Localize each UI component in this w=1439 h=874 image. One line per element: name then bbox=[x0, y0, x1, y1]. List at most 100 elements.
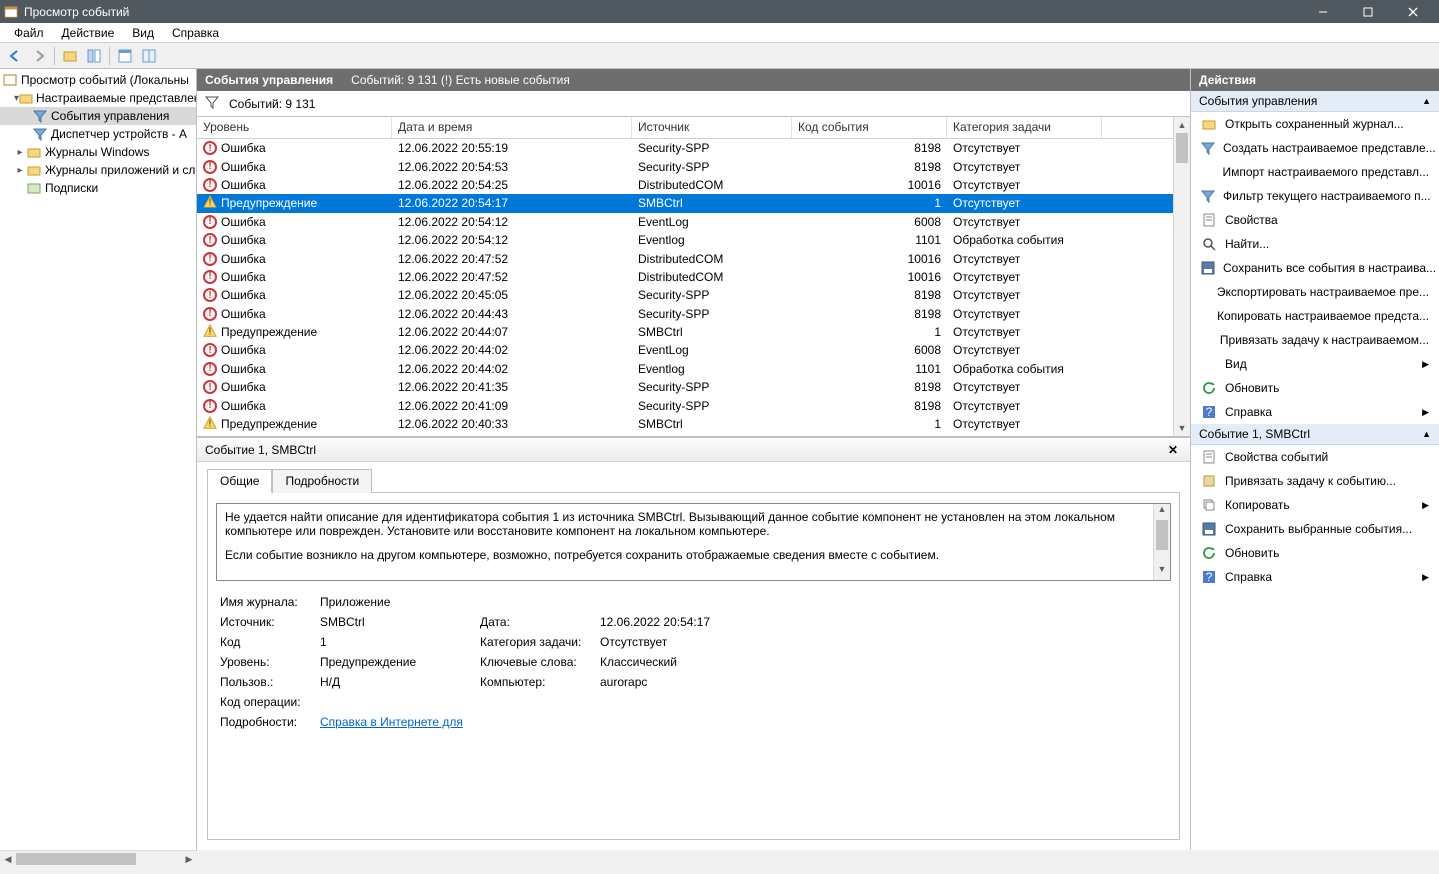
action-item[interactable]: Открыть сохраненный журнал... bbox=[1191, 112, 1439, 136]
grid-vertical-scrollbar[interactable]: ▲ ▼ bbox=[1173, 117, 1190, 436]
error-icon: ! bbox=[203, 362, 217, 376]
action-item[interactable]: Обновить bbox=[1191, 541, 1439, 565]
table-row[interactable]: !Ошибка12.06.2022 20:54:25DistributedCOM… bbox=[197, 176, 1173, 194]
tree-applogs[interactable]: ▸ Журналы приложений и сл bbox=[0, 161, 196, 179]
action-item[interactable]: Обновить bbox=[1191, 376, 1439, 400]
menu-action[interactable]: Действие bbox=[54, 24, 123, 42]
nav-forward-button[interactable] bbox=[28, 45, 50, 67]
tree-custom-views[interactable]: ▾ Настраиваемые представлен bbox=[0, 89, 196, 107]
table-row[interactable]: !Ошибка12.06.2022 20:41:35Security-SPP81… bbox=[197, 378, 1173, 396]
maximize-button[interactable] bbox=[1345, 0, 1390, 23]
cell-category: Отсутствует bbox=[947, 288, 1102, 302]
detail-properties: Имя журнала: Приложение Источник: SMBCtr… bbox=[216, 595, 1171, 729]
detail-close-button[interactable]: ✕ bbox=[1164, 442, 1182, 458]
action-label: Импорт настраиваемого представл... bbox=[1223, 165, 1430, 179]
online-help-link[interactable]: Справка в Интернете для bbox=[320, 715, 463, 729]
menu-file[interactable]: Файл bbox=[6, 24, 52, 42]
find-icon bbox=[1201, 236, 1217, 252]
action-item[interactable]: Свойства bbox=[1191, 208, 1439, 232]
col-source[interactable]: Источник bbox=[632, 117, 792, 138]
cell-eventid: 8198 bbox=[792, 288, 947, 302]
scroll-thumb[interactable] bbox=[1156, 520, 1168, 550]
tree-horizontal-scrollbar[interactable]: ◀ ▶ bbox=[0, 850, 197, 867]
scroll-thumb[interactable] bbox=[1176, 133, 1188, 163]
cell-source: Security-SPP bbox=[632, 307, 792, 321]
tree-root[interactable]: Просмотр событий (Локальны bbox=[0, 71, 196, 89]
table-row[interactable]: !Предупреждение12.06.2022 20:44:07SMBCtr… bbox=[197, 323, 1173, 341]
action-item[interactable]: Свойства событий bbox=[1191, 445, 1439, 469]
toolbar-icon[interactable] bbox=[83, 45, 105, 67]
scroll-left-icon[interactable]: ◀ bbox=[0, 851, 16, 867]
cell-eventid: 8198 bbox=[792, 399, 947, 413]
action-item[interactable]: Привязать задачу к событию... bbox=[1191, 469, 1439, 493]
action-item[interactable]: Фильтр текущего настраиваемого п... bbox=[1191, 184, 1439, 208]
description-scrollbar[interactable]: ▲ ▼ bbox=[1153, 504, 1170, 580]
cell-category: Отсутствует bbox=[947, 399, 1102, 413]
menu-view[interactable]: Вид bbox=[124, 24, 162, 42]
toolbar-icon[interactable] bbox=[59, 45, 81, 67]
cell-source: SMBCtrl bbox=[632, 196, 792, 210]
actions-section-2[interactable]: Событие 1, SMBCtrl ▲ bbox=[1191, 424, 1439, 445]
col-level[interactable]: Уровень bbox=[197, 117, 392, 138]
action-item[interactable]: Импорт настраиваемого представл... bbox=[1191, 160, 1439, 184]
error-icon: ! bbox=[203, 380, 217, 394]
tree-winlogs[interactable]: ▸ Журналы Windows bbox=[0, 143, 196, 161]
table-row[interactable]: !Ошибка12.06.2022 20:44:43Security-SPP81… bbox=[197, 305, 1173, 323]
action-item[interactable]: Копировать настраиваемое предста... bbox=[1191, 304, 1439, 328]
actions-section-1[interactable]: События управления ▲ bbox=[1191, 91, 1439, 112]
cell-datetime: 12.06.2022 20:44:02 bbox=[392, 343, 632, 357]
table-row[interactable]: !Ошибка12.06.2022 20:41:09Security-SPP81… bbox=[197, 396, 1173, 414]
table-row[interactable]: !Ошибка12.06.2022 20:45:05Security-SPP81… bbox=[197, 286, 1173, 304]
toolbar-icon[interactable] bbox=[138, 45, 160, 67]
action-item[interactable]: Экспортировать настраиваемое пре... bbox=[1191, 280, 1439, 304]
cell-level: !Ошибка bbox=[197, 307, 392, 321]
col-eventid[interactable]: Код события bbox=[792, 117, 947, 138]
action-item[interactable]: Создать настраиваемое представле... bbox=[1191, 136, 1439, 160]
tab-details[interactable]: Подробности bbox=[272, 469, 372, 493]
expand-icon[interactable]: ▸ bbox=[14, 165, 26, 176]
action-item[interactable]: Сохранить выбранные события... bbox=[1191, 517, 1439, 541]
scroll-right-icon[interactable]: ▶ bbox=[181, 851, 197, 867]
action-item[interactable]: Копировать▶ bbox=[1191, 493, 1439, 517]
tree-label: События управления bbox=[51, 109, 169, 123]
table-row[interactable]: !Ошибка12.06.2022 20:44:02EventLog6008От… bbox=[197, 341, 1173, 359]
scroll-up-icon[interactable]: ▲ bbox=[1174, 117, 1190, 133]
action-item[interactable]: ?Справка▶ bbox=[1191, 400, 1439, 424]
kv-key: Код операции: bbox=[220, 695, 310, 709]
tab-general[interactable]: Общие bbox=[207, 469, 272, 493]
toolbar-icon[interactable] bbox=[114, 45, 136, 67]
action-item[interactable]: Привязать задачу к настраиваемом... bbox=[1191, 328, 1439, 352]
table-row[interactable]: !Ошибка12.06.2022 20:54:12EventLog6008От… bbox=[197, 213, 1173, 231]
action-item[interactable]: ?Справка▶ bbox=[1191, 565, 1439, 589]
scroll-thumb[interactable] bbox=[16, 853, 136, 865]
col-category[interactable]: Категория задачи bbox=[947, 117, 1102, 138]
action-label: Вид bbox=[1225, 357, 1247, 371]
minimize-button[interactable] bbox=[1300, 0, 1345, 23]
table-row[interactable]: !Предупреждение12.06.2022 20:54:17SMBCtr… bbox=[197, 194, 1173, 212]
table-row[interactable]: !Предупреждение12.06.2022 20:40:33SMBCtr… bbox=[197, 415, 1173, 433]
table-row[interactable]: !Ошибка12.06.2022 20:47:52DistributedCOM… bbox=[197, 249, 1173, 267]
table-row[interactable]: !Ошибка12.06.2022 20:44:02Eventlog1101Об… bbox=[197, 360, 1173, 378]
svg-text:!: ! bbox=[209, 325, 212, 337]
filter-icon bbox=[1201, 140, 1215, 156]
tree-devmgr[interactable]: Диспетчер устройств - А bbox=[0, 125, 196, 143]
table-row[interactable]: !Ошибка12.06.2022 20:54:53Security-SPP81… bbox=[197, 157, 1173, 175]
menu-help[interactable]: Справка bbox=[164, 24, 227, 42]
tree-admin-events[interactable]: События управления bbox=[0, 107, 196, 125]
table-row[interactable]: !Ошибка12.06.2022 20:54:12Eventlog1101Об… bbox=[197, 231, 1173, 249]
close-button[interactable] bbox=[1390, 0, 1435, 23]
col-datetime[interactable]: Дата и время bbox=[392, 117, 632, 138]
tree-subscriptions[interactable]: Подписки bbox=[0, 179, 196, 197]
nav-back-button[interactable] bbox=[4, 45, 26, 67]
expand-icon[interactable]: ▸ bbox=[14, 147, 26, 158]
table-row[interactable]: !Ошибка12.06.2022 20:47:52DistributedCOM… bbox=[197, 268, 1173, 286]
action-item[interactable]: Найти... bbox=[1191, 232, 1439, 256]
action-item[interactable]: Вид▶ bbox=[1191, 352, 1439, 376]
detail-tabs: Общие Подробности bbox=[197, 462, 1190, 492]
action-item[interactable]: Сохранить все события в настраива... bbox=[1191, 256, 1439, 280]
cell-level: !Ошибка bbox=[197, 380, 392, 394]
scroll-down-icon[interactable]: ▼ bbox=[1174, 420, 1190, 436]
table-row[interactable]: !Ошибка12.06.2022 20:55:19Security-SPP81… bbox=[197, 139, 1173, 157]
kv-val: 12.06.2022 20:54:17 bbox=[600, 615, 800, 629]
cell-source: DistributedCOM bbox=[632, 252, 792, 266]
